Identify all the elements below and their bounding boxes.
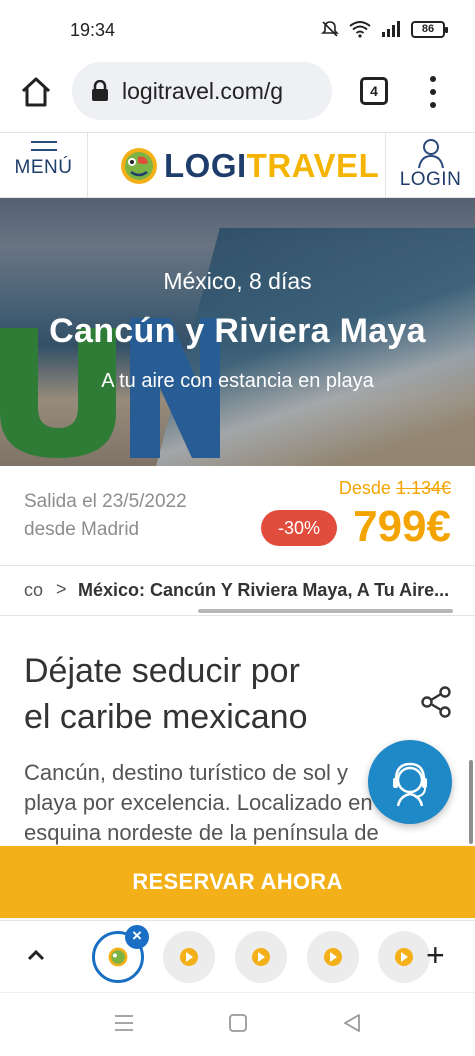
menu-button[interactable]: MENÚ <box>0 133 88 197</box>
menu-label: MENÚ <box>14 157 73 178</box>
close-tab-icon[interactable]: × <box>125 925 149 949</box>
logo[interactable]: LOGITRAVEL <box>118 143 379 189</box>
breadcrumb-current: México: Cancún Y Riviera Maya, A Tu Aire… <box>78 580 450 600</box>
article-title: Déjate seducir por el caribe mexicano <box>24 648 404 740</box>
chevron-right-icon: > <box>56 579 67 599</box>
home-icon[interactable] <box>18 74 54 110</box>
chevron-up-icon[interactable] <box>24 943 48 967</box>
old-price: 1.134€ <box>395 478 451 498</box>
share-icon[interactable] <box>420 686 452 718</box>
article-title-line: Déjate seducir por <box>24 652 300 690</box>
help-chat-button[interactable] <box>368 740 452 824</box>
from-price: Desde 1.134€ <box>339 478 451 499</box>
tab-thumbnail[interactable] <box>307 931 359 983</box>
bell-off-icon <box>321 21 339 37</box>
play-icon <box>252 948 270 966</box>
page-scrollbar[interactable] <box>469 760 473 844</box>
login-button[interactable]: LOGIN <box>385 133 475 197</box>
site-header: MENÚ LOGITRAVEL LOGIN <box>0 132 475 198</box>
lock-icon <box>92 80 108 101</box>
hero-subtitle: México, 8 días <box>163 268 312 294</box>
battery-icon: 86 <box>411 20 448 38</box>
breadcrumb-scrollbar[interactable] <box>198 609 453 613</box>
hero-title: Cancún y Riviera Maya <box>49 312 426 350</box>
browser-tab-strip: × + <box>0 920 475 992</box>
price-block: Salida el 23/5/2022 desde Madrid Desde 1… <box>0 466 475 566</box>
hamburger-icon <box>30 141 57 151</box>
user-icon <box>417 139 444 169</box>
departure-info: Salida el 23/5/2022 desde Madrid <box>24 488 187 544</box>
play-icon <box>324 948 342 966</box>
article-title-line: el caribe mexicano <box>24 698 308 736</box>
breadcrumb-previous[interactable]: co <box>24 580 43 601</box>
status-time: 19:34 <box>70 20 116 40</box>
url-bar[interactable]: logitravel.com/g <box>72 62 332 120</box>
current-price: 799€ <box>353 502 451 551</box>
play-icon <box>180 948 198 966</box>
status-bar: 19:34 86 <box>0 0 475 58</box>
browser-toolbar: logitravel.com/g 4 <box>0 58 475 130</box>
logo-emblem-icon <box>108 947 128 967</box>
wifi-icon <box>349 21 371 38</box>
from-label: Desde <box>338 478 391 498</box>
more-options-icon[interactable] <box>425 76 441 108</box>
system-nav-bar <box>0 992 475 1056</box>
hero-banner: México, 8 días Cancún y Riviera Maya A t… <box>0 198 475 466</box>
departure-city: desde Madrid <box>24 519 140 540</box>
signal-icon <box>382 21 400 37</box>
tab-thumbnail[interactable] <box>163 931 215 983</box>
logo-emblem-icon <box>121 148 157 184</box>
discount-badge: -30% <box>261 510 337 546</box>
tab-switcher-button[interactable]: 4 <box>360 77 388 105</box>
recent-apps-icon[interactable] <box>114 1013 134 1033</box>
status-icons: 86 <box>321 20 448 38</box>
headset-agent-icon <box>393 762 427 807</box>
play-icon <box>395 948 413 966</box>
tab-thumbnail[interactable] <box>235 931 287 983</box>
tab-thumbnail[interactable] <box>378 931 430 983</box>
back-icon[interactable] <box>342 1013 362 1033</box>
book-now-button[interactable]: RESERVAR AHORA <box>0 846 475 918</box>
departure-date: Salida el 23/5/2022 <box>24 491 187 512</box>
home-nav-icon[interactable] <box>228 1013 248 1033</box>
login-label: LOGIN <box>399 169 462 190</box>
url-text: logitravel.com/g <box>122 77 284 104</box>
hero-tagline: A tu aire con estancia en playa <box>101 370 374 392</box>
breadcrumb[interactable]: co > México: Cancún Y Riviera Maya, A Tu… <box>0 566 475 616</box>
new-tab-icon[interactable]: + <box>426 939 445 971</box>
logo-wordmark: LOGITRAVEL <box>164 147 380 184</box>
